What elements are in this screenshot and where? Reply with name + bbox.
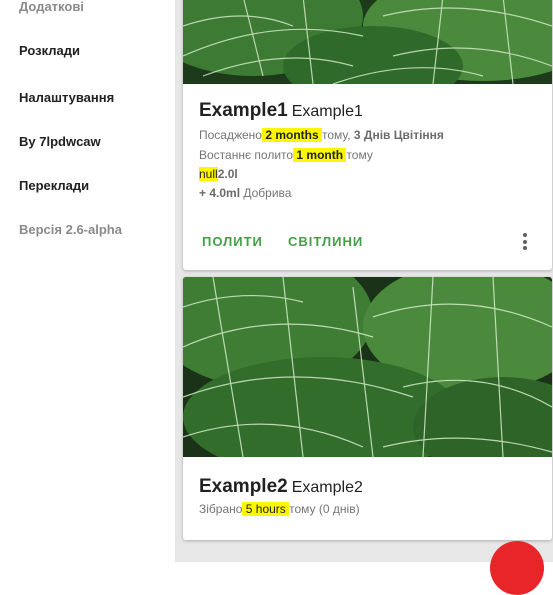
harvested-value: 5 hours bbox=[242, 502, 290, 516]
fertilizer-label: Добрива bbox=[240, 186, 292, 200]
drawer-item-author[interactable]: By 7lpdwcaw bbox=[19, 134, 101, 149]
drawer-item-schedules[interactable]: Розклади bbox=[19, 43, 80, 58]
fertilizer-amount: + 4.0ml bbox=[199, 186, 241, 200]
plant-species: Example2 bbox=[291, 479, 363, 496]
more-vert-icon[interactable] bbox=[523, 233, 527, 253]
watered-value: 1 month bbox=[293, 148, 347, 162]
harvested-label: Зібрано bbox=[199, 502, 243, 516]
plant-title: Example1 Example1 bbox=[199, 100, 363, 122]
drawer-item-extras[interactable]: Додаткові bbox=[19, 0, 84, 14]
harvested-info: Зібрано 5 hours тому (0 днів) bbox=[199, 502, 360, 516]
planted-suffix: тому, bbox=[322, 128, 354, 142]
water-amount: null2.0l bbox=[199, 167, 238, 181]
plant-name: Example2 bbox=[199, 476, 288, 497]
drawer-item-settings[interactable]: Налаштування bbox=[19, 90, 114, 105]
add-icon[interactable] bbox=[490, 541, 544, 595]
planted-label: Посаджено bbox=[199, 128, 262, 142]
plant-species: Example1 bbox=[291, 103, 363, 120]
plant-photo bbox=[183, 0, 552, 84]
amount-null: null bbox=[199, 167, 218, 181]
plant-card[interactable]: Example1 Example1 Посаджено 2 months тому… bbox=[183, 0, 552, 270]
planted-info: Посаджено 2 months тому, 3 Днів Цвітіння bbox=[199, 128, 444, 142]
water-button[interactable]: ПОЛИТИ bbox=[202, 234, 263, 249]
plant-list: Example1 Example1 Посаджено 2 months тому… bbox=[175, 0, 553, 562]
watered-info: Востаннє полито 1 month тому bbox=[199, 148, 373, 162]
navigation-drawer: Додаткові Розклади Налаштування By 7lpdw… bbox=[0, 0, 175, 562]
plant-title: Example2 Example2 bbox=[199, 476, 363, 498]
photos-button[interactable]: СВІТЛИНИ bbox=[288, 234, 363, 249]
plant-card[interactable]: Example2 Example2 Зібрано 5 hours тому (0… bbox=[183, 277, 552, 540]
amount-value: 2.0l bbox=[217, 167, 238, 181]
watered-suffix: тому bbox=[346, 148, 373, 162]
harvested-suffix: тому (0 днів) bbox=[289, 502, 360, 516]
watered-label: Востаннє полито bbox=[199, 148, 294, 162]
drawer-item-translations[interactable]: Переклади bbox=[19, 178, 89, 193]
flowering-days: 3 Днів Цвітіння bbox=[353, 128, 444, 142]
plant-photo bbox=[183, 277, 552, 457]
plant-name: Example1 bbox=[199, 100, 288, 121]
fertilizer-info: + 4.0ml Добрива bbox=[199, 186, 291, 200]
planted-value: 2 months bbox=[261, 128, 322, 142]
drawer-item-version: Версія 2.6-alpha bbox=[19, 222, 122, 237]
